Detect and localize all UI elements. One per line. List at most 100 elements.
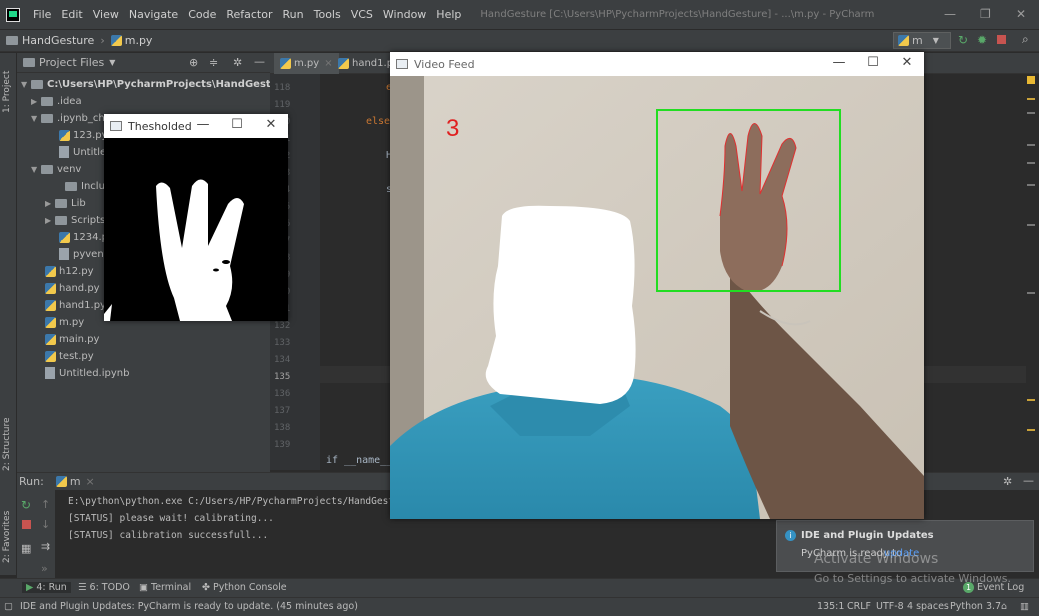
maximize-icon[interactable]: ☐ [220,114,254,138]
marker[interactable] [1027,184,1035,186]
close-tab-icon[interactable]: × [86,475,95,488]
menu-code[interactable]: Code [183,8,221,21]
gear-icon[interactable]: ✲ [233,56,242,69]
marker[interactable] [1027,144,1035,146]
camera-frame: 3 [390,76,924,519]
tab-todo[interactable]: ☰ 6: TODO [78,582,130,593]
marker[interactable] [1027,162,1035,164]
file-encoding[interactable]: UTF-8 [876,601,904,612]
minimize-icon[interactable]: — [822,52,856,76]
collapse-icon[interactable]: ≑ [209,56,218,69]
menu-window[interactable]: Window [378,8,431,21]
console-line: [STATUS] please wait! calibrating... [68,513,274,524]
menu-file[interactable]: File [28,8,56,21]
console-line: E:\python\python.exe C:/Users/HP/Pycharm… [68,496,417,507]
favorites-tool-tab[interactable]: 2: Favorites [2,511,12,563]
stop-icon[interactable] [997,35,1006,44]
menu-run[interactable]: Run [278,8,309,21]
marker[interactable] [1027,98,1035,100]
menu-bar: File Edit View Navigate Code Refactor Ru… [0,0,1039,30]
thresholded-window[interactable]: Thesholded — ☐ ✕ [104,114,288,321]
marker[interactable] [1027,112,1035,114]
run-config-select[interactable]: m ▼ [893,32,951,49]
menu-vcs[interactable]: VCS [346,8,378,21]
project-view-select[interactable]: Project Files [39,56,104,69]
tree-item-ipynb-checkpoints[interactable]: ▼ .ipynb_che [31,110,111,127]
menu-tools[interactable]: Tools [309,8,346,21]
face-redaction [485,205,636,404]
tab-python-console[interactable]: ✤ Python Console [202,582,287,593]
locate-icon[interactable]: ⊕ [189,56,198,69]
line-number: 136 [274,389,291,399]
close-icon[interactable]: ✕ [890,52,924,76]
rerun-icon[interactable]: ↻ [21,498,31,512]
tree-label: venv [57,164,82,175]
warning-marker-icon[interactable] [1027,76,1035,84]
chevron-down-icon[interactable]: ▼ [109,58,115,67]
menu-edit[interactable]: Edit [56,8,87,21]
marker[interactable] [1027,429,1035,431]
lock-icon[interactable]: ⌂ [1001,601,1007,612]
tab-terminal[interactable]: ▣ Terminal [139,582,191,593]
menu-help[interactable]: Help [431,8,466,21]
tree-item-idea[interactable]: ▶ .idea [31,93,82,110]
gear-icon[interactable]: ✲ [1003,475,1012,488]
memory-icon[interactable]: ▥ [1020,601,1029,612]
run-tab[interactable]: m [70,475,81,488]
interpreter[interactable]: Python 3.7 [950,601,1001,612]
marker[interactable] [1027,292,1035,294]
line-separator[interactable]: CRLF [847,601,871,612]
project-tool-tab[interactable]: 1: Project [2,71,12,113]
stop-icon[interactable] [22,520,31,529]
tree-item-hand1[interactable]: hand1.py [45,297,106,314]
status-message[interactable]: IDE and Plugin Updates: PyCharm is ready… [20,601,358,612]
debug-icon[interactable]: ✹ [977,33,987,47]
soft-wrap-icon[interactable]: ⇉ [41,540,50,553]
hide-panel-icon[interactable]: — [254,55,265,68]
tree-item-h12[interactable]: h12.py [45,263,94,280]
tree-item-main[interactable]: main.py [45,331,99,348]
indent-setting[interactable]: 4 spaces [907,601,949,612]
tree-label: m.py [59,317,85,328]
tab-run[interactable]: ▶ 4: Run [22,582,71,593]
chevron-down-icon: ▼ [932,36,939,45]
down-arrow-icon[interactable]: ↓ [41,518,50,531]
window-titlebar[interactable]: Thesholded — ☐ ✕ [104,114,288,138]
rerun-icon[interactable]: ↻ [958,33,968,47]
layout-icon[interactable]: ▦ [21,542,31,555]
breadcrumb-file[interactable]: m.py [125,34,153,47]
tab-m-py[interactable]: m.py × [274,53,339,74]
video-feed-window[interactable]: Video Feed — ☐ ✕ 3 [390,52,924,519]
marker[interactable] [1027,224,1035,226]
status-toggle-icon[interactable]: ▢ [4,601,13,612]
tree-root[interactable]: ▼ C:\Users\HP\PycharmProjects\HandGesture [21,76,290,93]
window-titlebar[interactable]: Video Feed — ☐ ✕ [390,52,924,76]
close-icon[interactable]: ✕ [254,114,288,138]
hide-panel-icon[interactable]: — [1023,474,1034,487]
tree-item-untitled[interactable]: Untitled.ipynb [45,365,129,382]
tree-item-test[interactable]: test.py [45,348,94,365]
menu-refactor[interactable]: Refactor [221,8,277,21]
tree-item-123[interactable]: 123.py [59,127,108,144]
restore-icon[interactable]: ❐ [980,7,991,21]
python-file-icon [110,35,122,46]
structure-tool-tab[interactable]: 2: Structure [2,418,12,472]
minimize-icon[interactable]: — [944,7,956,21]
search-icon[interactable]: ⌕ [1022,32,1029,47]
up-arrow-icon[interactable]: ↑ [41,498,50,511]
more-icon[interactable]: » [41,562,48,575]
tree-item-scripts[interactable]: ▶ Scripts [45,212,105,229]
tree-item-hand[interactable]: hand.py [45,280,100,297]
close-icon[interactable]: ✕ [1016,7,1026,21]
breadcrumb-project[interactable]: HandGesture [22,34,94,47]
minimize-icon[interactable]: — [186,114,220,138]
menu-navigate[interactable]: Navigate [124,8,183,21]
tree-item-m[interactable]: m.py [45,314,84,331]
activation-watermark-sub: Go to Settings to activate Windows. [814,572,1012,585]
caret-position[interactable]: 135:1 [817,601,844,612]
maximize-icon[interactable]: ☐ [856,52,890,76]
marker[interactable] [1027,399,1035,401]
tree-item-lib[interactable]: ▶ Lib [45,195,86,212]
tree-item-venv[interactable]: ▼ venv [31,161,81,178]
menu-view[interactable]: View [88,8,124,21]
